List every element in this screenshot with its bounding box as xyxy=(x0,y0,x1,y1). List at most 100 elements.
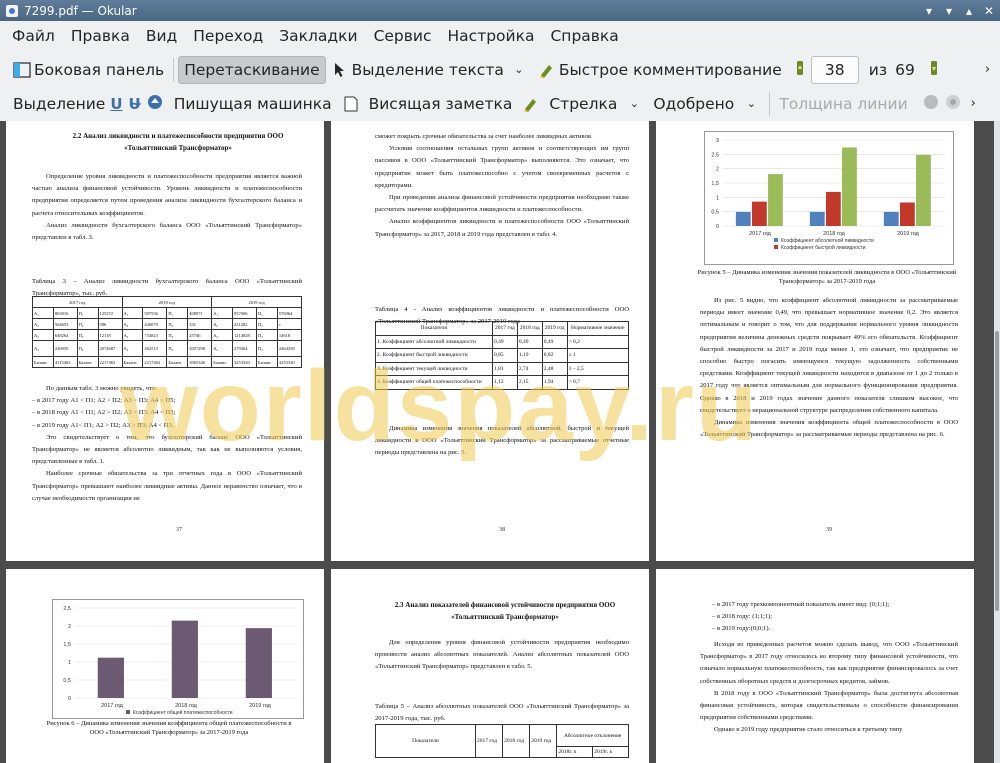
menu-tools[interactable]: Сервис xyxy=(368,27,438,45)
table-cell: 262513 xyxy=(142,340,168,357)
y-tick-label: 1,5 xyxy=(711,181,719,187)
menu-go[interactable]: Переход xyxy=(187,27,269,45)
drag-mode-button[interactable]: Перетаскивание xyxy=(178,55,326,84)
line-width-button[interactable]: Толщина линии xyxy=(774,90,912,118)
menu-help[interactable]: Справка xyxy=(544,27,624,45)
previous-page-icon[interactable] xyxy=(795,59,805,81)
y-tick-label: 2 xyxy=(68,624,71,630)
chart-frame: 0 0,5 1 1,5 2 2,5 2017 год 2018 год 2019 год Коэф… xyxy=(52,599,304,719)
selection-tool-button[interactable]: Выделение xyxy=(8,90,110,118)
quick-comment-button[interactable]: Быстрое комментирование xyxy=(533,56,787,84)
table-cell: 4115463 xyxy=(52,356,78,368)
page-37: 2.2 Анализ ликвидности и платежеспособно… xyxy=(6,121,324,561)
drag-mode-label: Перетаскивание xyxy=(184,60,320,79)
bar xyxy=(171,620,198,698)
table-header: Показатели xyxy=(375,321,493,336)
table-cell: 2. Коэффициент быстрой ликвидности xyxy=(375,348,493,363)
menu-settings[interactable]: Настройка xyxy=(442,27,541,45)
line-width-label: Толщина линии xyxy=(779,94,908,113)
legend-swatch xyxy=(126,710,130,714)
table-cell: 249059 xyxy=(52,340,78,357)
y-tick-label: 2,5 xyxy=(63,606,71,612)
list-item-text: в 2019 году:(0;0;1). xyxy=(716,625,771,633)
minimize-icon[interactable]: ▾ xyxy=(940,3,958,19)
paragraph: Исходя из приведенных расчетов можно сде… xyxy=(700,641,958,685)
y-tick-label: 3 xyxy=(716,138,719,144)
menu-bar: Файл Правка Вид Переход Закладки Сервис … xyxy=(0,21,1000,51)
table-cell: 0,49 xyxy=(491,334,518,349)
table-cell: 648264 xyxy=(52,329,78,341)
table-cell: 2018 год xyxy=(121,296,213,308)
section-heading: 2.2 Анализ ликвидности и платежеспособно… xyxy=(72,132,284,152)
toolbar-separator xyxy=(769,91,771,116)
y-tick-label: 2,5 xyxy=(711,152,719,158)
table-cell: 576964 xyxy=(276,307,303,319)
table-cell: П₂ xyxy=(256,318,278,330)
page-body-text: Определение уровня ликвидности и платеже… xyxy=(32,171,302,244)
figure-caption: Рисунок 6 – Динамика изменения значения … xyxy=(46,720,292,736)
bar xyxy=(735,211,751,226)
menu-file[interactable]: Файл xyxy=(6,27,61,45)
table-cell: 0,85 xyxy=(491,348,518,363)
opacity-icon[interactable] xyxy=(945,94,961,114)
menu-bookmarks[interactable]: Закладки xyxy=(273,27,363,45)
menu-view[interactable]: Вид xyxy=(140,27,183,45)
text-select-button[interactable]: Выделение текста ⌄ xyxy=(326,56,533,84)
list-item: – в 2019 году А1< П1; А2 > П2; А3 > П3; … xyxy=(32,421,174,429)
vertical-scrollbar[interactable] xyxy=(994,121,1000,763)
table-header: 2019г. к xyxy=(592,746,629,758)
table-cell: 3253320 xyxy=(276,356,303,368)
y-tick-label: 2 xyxy=(716,167,719,173)
list-item-text: в 2017 году А1 < П1; А2 > П2; А3 > П3; А… xyxy=(36,397,176,405)
chevron-right-icon[interactable]: › xyxy=(985,62,990,77)
table-cell: 0,49 xyxy=(516,334,543,349)
arrow-tool-button[interactable]: Стрелка ⌄ xyxy=(517,90,648,118)
liquidity-balance-table: 2017 год 2018 год 2019 год А₁ 863916 П₁ 125… xyxy=(32,296,303,368)
table-cell: П₂ xyxy=(76,318,99,330)
stamp-tool-icon[interactable] xyxy=(147,94,163,114)
sidebar-button[interactable]: Боковая панель xyxy=(8,56,169,84)
table-cell: 2,48 xyxy=(541,361,568,376)
chevron-down-icon[interactable]: ⌄ xyxy=(510,61,528,79)
chevron-down-icon[interactable]: ⌄ xyxy=(625,95,643,113)
color-icon[interactable] xyxy=(923,94,939,114)
table-cell: с xyxy=(276,318,303,330)
table-cell: 3965346 xyxy=(187,356,213,368)
table-cell: 564653 xyxy=(52,318,78,330)
close-icon[interactable]: ✕ xyxy=(980,3,998,19)
stamp-select-button[interactable]: Одобрено ⌄ xyxy=(648,90,765,118)
keep-above-icon[interactable]: ▾ xyxy=(920,3,938,19)
pop-up-note-button[interactable]: Висящая заметка xyxy=(337,90,518,118)
bar xyxy=(751,201,767,226)
page-body-text: Для определения уровня финансовой устойч… xyxy=(375,637,629,674)
chevron-right-icon[interactable]: › xyxy=(971,96,976,111)
typewriter-button[interactable]: Пишущая машинка xyxy=(169,90,337,118)
table-cell: П₁ xyxy=(166,307,189,319)
menu-edit[interactable]: Правка xyxy=(65,27,136,45)
page-number: 38 xyxy=(499,527,505,533)
table-cell: П₃ xyxy=(256,329,278,341)
table-cell: П₃ xyxy=(76,329,99,341)
table-row: 3. Коэффициент текущей ликвидности 1,81 2,… xyxy=(375,361,630,376)
bar xyxy=(899,202,915,226)
chevron-down-icon[interactable]: ⌄ xyxy=(742,95,760,113)
bar xyxy=(883,211,899,226)
table-row: 1. Коэффициент абсолютной ликвидности 0,4… xyxy=(375,334,630,349)
table-cell: А₄ xyxy=(121,340,144,357)
okular-app-icon xyxy=(6,4,18,17)
page-body-text: Динамика изменения значения показателей … xyxy=(375,423,629,460)
next-page-icon[interactable] xyxy=(929,59,939,81)
underline-icon[interactable]: U xyxy=(110,95,122,113)
table-cell: П₁ xyxy=(256,307,278,319)
table-cell: Баланс xyxy=(166,356,189,368)
x-tick-label: 2018 год xyxy=(823,231,846,237)
table-cell: Баланс xyxy=(211,356,234,368)
page-number-input[interactable]: 38 xyxy=(810,55,859,84)
liquidity-chart: 0 0,5 1 1,5 2 2,5 3 2017 год 2018 год 2019 год Коэ… xyxy=(711,138,945,251)
table-cell: 3. Коэффициент текущей ликвидности xyxy=(375,361,493,376)
scrollbar-thumb[interactable] xyxy=(995,331,999,611)
document-viewport[interactable]: 2.2 Анализ ликвидности и платежеспособно… xyxy=(0,121,994,763)
table-row: Показатели 2017 год 2018 год 2019 год Аб… xyxy=(375,724,629,758)
maximize-icon[interactable]: ▴ xyxy=(960,3,978,19)
squiggly-icon[interactable]: U̴ xyxy=(129,95,141,113)
